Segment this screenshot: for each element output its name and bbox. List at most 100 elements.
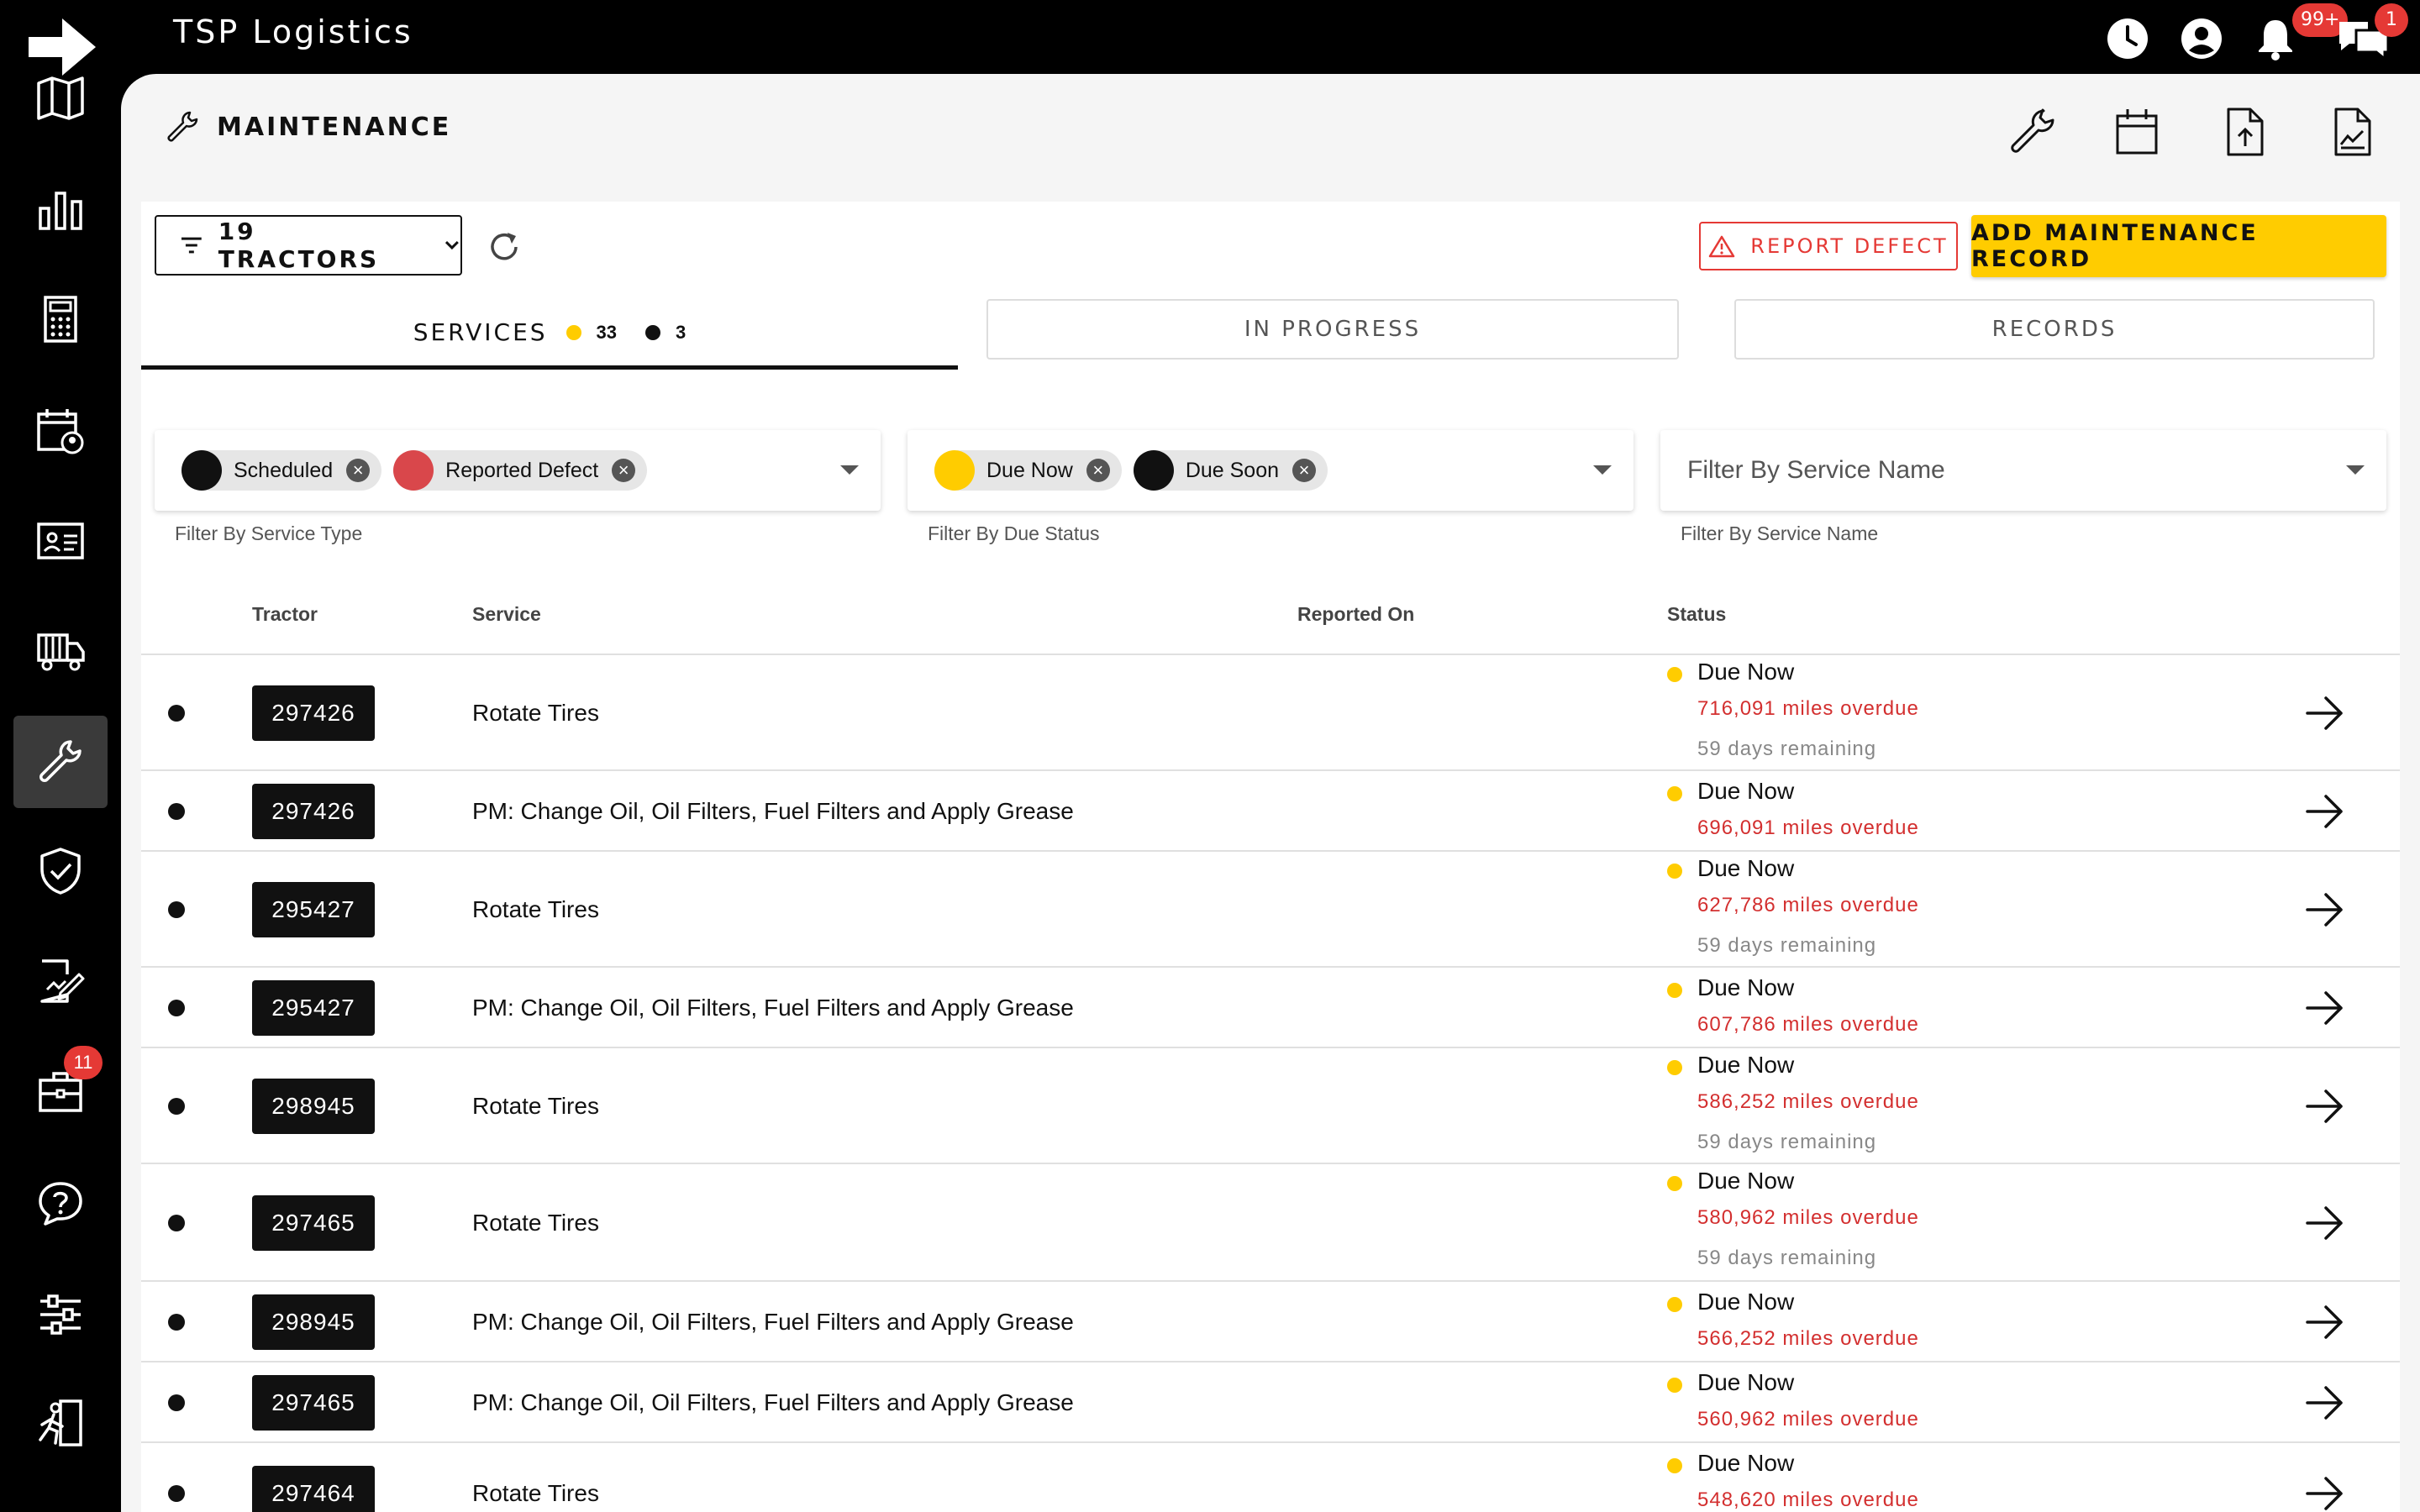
table-row[interactable]: 295427 Rotate Tires Due Now 627,786 miles o… [141,852,2400,968]
file-chart-icon[interactable] [2326,106,2378,158]
calendar-icon[interactable] [2111,106,2163,158]
status-label: Due Now [1667,1450,1794,1477]
due-now-dot [1667,1060,1682,1075]
arrow-right-icon[interactable] [2304,695,2346,732]
wrench-icon [167,111,198,142]
service-name: PM: Change Oil, Oil Filters, Fuel Filter… [472,1309,1074,1335]
close-icon[interactable]: × [612,459,636,482]
tractors-filter-label: 19 TRACTORS [218,218,380,273]
table-row[interactable]: 297465 Rotate Tires Due Now 580,962 miles o… [141,1164,2400,1282]
sidebar-item-drivers[interactable] [13,495,108,587]
due-status-help: Filter By Due Status [928,522,1100,544]
service-name-filter[interactable]: Filter By Service Name [1660,430,2386,511]
tractor-id: 297426 [252,784,375,839]
sidebar-item-analytics[interactable] [13,164,108,256]
sidebar: 11 [0,74,121,1512]
tab-in-progress[interactable]: IN PROGRESS [986,299,1679,360]
arrow-right-icon[interactable] [2304,891,2346,928]
close-icon[interactable]: × [1292,459,1317,482]
table-row[interactable]: 295427 PM: Change Oil, Oil Filters, Fuel … [141,968,2400,1048]
arrow-right-icon[interactable] [2304,1475,2346,1512]
arrow-right-icon[interactable] [2304,1384,2346,1421]
table-row[interactable]: 297426 PM: Change Oil, Oil Filters, Fuel … [141,771,2400,852]
table-row[interactable]: 298945 PM: Change Oil, Oil Filters, Fuel … [141,1282,2400,1362]
miles-overdue: 627,786 miles overdue [1697,894,1919,916]
calculator-icon [44,296,77,344]
report-defect-button[interactable]: REPORT DEFECT [1699,222,1958,270]
account-icon[interactable] [2178,15,2225,62]
sidebar-item-map[interactable] [13,52,108,144]
close-icon[interactable]: × [346,459,371,482]
caret-down-icon[interactable] [840,465,859,475]
page-title: MAINTENANCE [217,112,452,142]
sidebar-item-calculator[interactable] [13,273,108,365]
tab-services[interactable]: SERVICES 33 3 [141,299,958,370]
tractor-id: 295427 [252,980,375,1036]
status-label: Due Now [1667,1052,1794,1079]
tractors-filter-button[interactable]: 19 TRACTORS [155,215,462,276]
sidebar-item-safety[interactable] [13,825,108,917]
status-label: Due Now [1667,659,1794,685]
sidebar-item-dispatch[interactable]: 11 [13,1046,108,1138]
table-row[interactable]: 297464 Rotate Tires Due Now 548,620 miles o… [141,1443,2400,1512]
tractor-id: 297465 [252,1195,375,1251]
caret-down-icon[interactable] [2346,465,2365,475]
status-label: Due Now [1667,974,1794,1001]
arrow-right-icon[interactable] [2304,990,2346,1026]
tractor-id: 295427 [252,882,375,937]
table-row[interactable]: 298945 Rotate Tires Due Now 586,252 miles o… [141,1048,2400,1164]
col-service[interactable]: Service [472,603,541,626]
map-icon [37,76,84,121]
table-row[interactable]: 297426 Rotate Tires Due Now 716,091 miles o… [141,655,2400,771]
sidebar-item-scheduling[interactable] [13,385,108,477]
due-now-dot [1667,667,1682,682]
col-reported-on[interactable]: Reported On [1297,603,1414,626]
sidebar-item-exit[interactable] [13,1377,108,1469]
app-title: TSP Logistics [173,13,413,50]
miles-overdue: 566,252 miles overdue [1697,1327,1919,1350]
truck-icon [37,633,85,671]
service-type-filter[interactable]: Scheduled × Reported Defect × [155,430,881,511]
close-icon[interactable]: × [1086,459,1110,482]
document-edit-icon [40,959,85,1003]
add-maintenance-record-button[interactable]: ADD MAINTENANCE RECORD [1971,215,2386,277]
filter-icon [181,237,202,254]
col-tractor[interactable]: Tractor [252,603,318,626]
due-status-filter[interactable]: Due Now × Due Soon × [908,430,1634,511]
col-status[interactable]: Status [1667,603,1726,626]
due-now-dot [1667,1297,1682,1312]
sidebar-item-settings[interactable] [13,1268,108,1361]
service-name: Rotate Tires [472,1210,599,1236]
arrow-right-icon[interactable] [2304,1304,2346,1341]
row-indicator [168,1314,185,1331]
miles-overdue: 560,962 miles overdue [1697,1408,1919,1431]
miles-overdue: 716,091 miles overdue [1697,697,1919,720]
tab-records[interactable]: RECORDS [1734,299,2375,360]
file-upload-icon[interactable] [2218,106,2270,158]
service-name-placeholder: Filter By Service Name [1687,456,1945,484]
sidebar-item-support[interactable] [13,1158,108,1250]
status-label: Due Now [1667,778,1794,805]
arrow-right-icon[interactable] [2304,1088,2346,1125]
clock-icon[interactable] [2104,15,2151,62]
table-row[interactable]: 297465 PM: Change Oil, Oil Filters, Fuel … [141,1362,2400,1443]
service-name: Rotate Tires [472,1480,599,1506]
sidebar-item-fleet[interactable] [13,604,108,696]
days-remaining: 59 days remaining [1697,934,1877,957]
arrow-right-icon[interactable] [2304,1205,2346,1242]
sidebar-item-reports[interactable] [13,935,108,1027]
id-card-icon [37,522,84,559]
tractor-id: 298945 [252,1079,375,1134]
row-indicator [168,803,185,820]
caret-down-icon[interactable] [1593,465,1612,475]
refresh-icon[interactable] [486,228,523,265]
arrow-right-icon[interactable] [2304,793,2346,830]
service-name: PM: Change Oil, Oil Filters, Fuel Filter… [472,1389,1074,1415]
wrench-icon[interactable] [2007,106,2059,158]
sidebar-item-maintenance[interactable] [13,715,108,808]
due-now-count: 33 [566,322,617,344]
miles-overdue: 696,091 miles overdue [1697,816,1919,839]
wrench-icon [39,739,82,782]
service-name: Rotate Tires [472,896,599,922]
tab-services-label: SERVICES [413,318,548,346]
